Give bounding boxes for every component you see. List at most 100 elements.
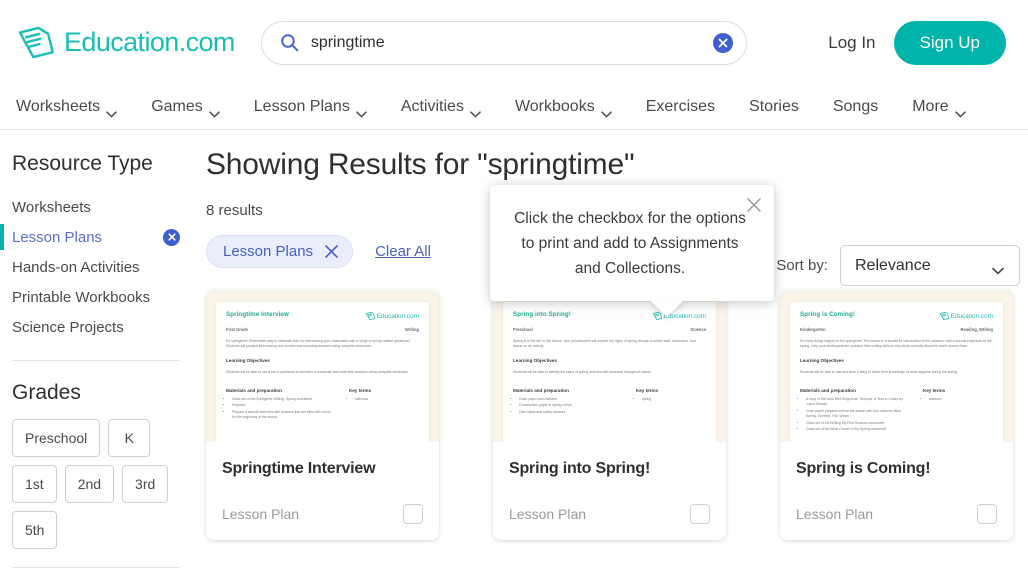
nav-item-games[interactable]: Games: [134, 98, 237, 117]
card-body: Springtime Interview Lesson Plan: [206, 442, 439, 540]
sidebar-item-label: Science Projects: [12, 318, 124, 336]
sidebar-item-hands-on-activities[interactable]: Hands-on Activities: [12, 252, 188, 282]
grade-chip-preschool[interactable]: Preschool: [12, 419, 101, 457]
nav-item-more[interactable]: More: [895, 98, 982, 117]
document-preview: Springtime Interview Education.com First…: [216, 302, 429, 442]
logo-wordmark: Education.com: [64, 27, 235, 57]
card-select-checkbox[interactable]: [977, 504, 997, 524]
doc-objectives-heading: Learning Objectives: [800, 357, 844, 363]
doc-material-item: Projector: [232, 403, 333, 408]
resource-type-list: Worksheets Lesson Plans Hands-on Activit…: [0, 192, 188, 342]
doc-keyterm-item: spring: [642, 397, 706, 402]
remove-filter-icon[interactable]: [325, 245, 338, 258]
result-card[interactable]: Spring into Spring! Education.com Presch…: [493, 290, 726, 540]
doc-materials-list: Chart paper and markersConstruction pape…: [513, 397, 620, 415]
site-header: Education.com Log In Sign Up: [0, 0, 1028, 85]
grade-chip-5th[interactable]: 5th: [12, 511, 58, 549]
doc-subject: Writing: [404, 327, 419, 332]
grade-chip-3rd[interactable]: 3rd: [122, 465, 169, 503]
doc-material-item: Class set of the What Comes in the Sprin…: [806, 427, 907, 432]
results-main: Showing Results for "springtime" 8 resul…: [204, 130, 1028, 578]
tooltip-arrow: [650, 300, 684, 318]
document-preview: Spring is Coming! Education.com Kinderga…: [790, 302, 1003, 442]
nav-item-worksheets[interactable]: Worksheets: [16, 98, 134, 117]
grade-chip-k[interactable]: K: [108, 419, 151, 457]
doc-intro: Spring is in the air! In this lesson, yo…: [513, 339, 696, 349]
doc-materials-heading: Materials and preparation: [800, 387, 856, 393]
card-type-label: Lesson Plan: [222, 506, 300, 522]
doc-title: Spring into Spring!: [513, 311, 571, 318]
doc-subject: Science: [690, 327, 706, 332]
nav-item-label: Songs: [832, 98, 879, 115]
doc-material-item: Class set of the Springtime Writing: Spr…: [232, 397, 333, 402]
sidebar-item-printable-workbooks[interactable]: Printable Workbooks: [12, 282, 188, 312]
nav-item-label: Activities: [400, 98, 464, 115]
sidebar-item-lesson-plans[interactable]: Lesson Plans: [0, 222, 188, 252]
search-clear-icon[interactable]: [712, 32, 733, 53]
nav-item-label: Worksheets: [16, 98, 101, 115]
sidebar-item-label: Lesson Plans: [12, 228, 103, 246]
nav-item-lesson-plans[interactable]: Lesson Plans: [237, 98, 384, 117]
sidebar-item-science-projects[interactable]: Science Projects: [12, 312, 188, 342]
grade-chip-2nd[interactable]: 2nd: [64, 465, 115, 503]
card-thumbnail: Spring is Coming! Education.com Kinderga…: [780, 290, 1013, 442]
nav-item-activities[interactable]: Activities: [384, 98, 498, 117]
card-title: Springtime Interview: [222, 460, 376, 477]
signup-button[interactable]: Sign Up: [893, 20, 1006, 65]
chevron-down-icon: [209, 105, 220, 117]
site-logo[interactable]: Education.com: [16, 23, 235, 63]
clear-all-link[interactable]: Clear All: [375, 243, 431, 260]
card-type-label: Lesson Plan: [796, 506, 874, 522]
remove-facet-icon[interactable]: [163, 228, 180, 246]
sort-control: Sort by: RelevancePopularityNewestTitle: [776, 245, 1020, 286]
login-link[interactable]: Log In: [828, 33, 875, 53]
results-grid: Springtime Interview Education.com First…: [204, 290, 1028, 578]
nav-item-stories[interactable]: Stories: [732, 98, 816, 116]
card-thumbnail: Springtime Interview Education.com First…: [206, 290, 439, 442]
doc-materials-heading: Materials and preparation: [226, 387, 282, 393]
chevron-down-icon: [106, 105, 117, 117]
pencil-paper-icon: [16, 23, 60, 63]
sort-label: Sort by:: [776, 257, 828, 274]
doc-grade: First Grade: [226, 327, 248, 332]
search-input[interactable]: [310, 21, 702, 64]
resource-type-heading: Resource Type: [12, 152, 153, 175]
card-select-checkbox[interactable]: [690, 504, 710, 524]
doc-materials-list: A copy of the book Red Sings from Treeto…: [800, 397, 907, 433]
header-actions: Log In Sign Up: [828, 20, 1012, 65]
grade-chip-1st[interactable]: 1st: [12, 465, 57, 503]
doc-objectives: Students will be able to use a set of qu…: [226, 369, 409, 374]
filter-sidebar: Resource Type Worksheets Lesson Plans Ha…: [0, 130, 204, 578]
chevron-down-icon: [600, 105, 612, 117]
tooltip-text: Click the checkbox for the options to pr…: [514, 210, 746, 277]
chevron-down-icon: [470, 105, 481, 117]
doc-keyterms-list: spring: [636, 397, 706, 402]
page-body: Resource Type Worksheets Lesson Plans Ha…: [0, 130, 1028, 578]
nav-item-songs[interactable]: Songs: [816, 98, 895, 116]
doc-brand-logo: Education.com: [939, 311, 993, 321]
doc-keyterms-list: interview: [349, 397, 419, 402]
document-preview: Spring into Spring! Education.com Presch…: [503, 302, 716, 442]
doc-grade: Preschool: [513, 327, 533, 332]
nav-item-exercises[interactable]: Exercises: [629, 98, 732, 116]
nav-item-label: Workbooks: [514, 98, 595, 115]
doc-materials-list: Class set of the Springtime Writing: Spr…: [226, 397, 333, 421]
card-select-checkbox[interactable]: [403, 504, 423, 524]
doc-material-item: Glue sticks and safety scissors: [519, 410, 620, 415]
search-box[interactable]: [260, 20, 747, 65]
close-icon[interactable]: [746, 197, 762, 213]
doc-brand-logo: Education.com: [365, 311, 419, 321]
sidebar-item-worksheets[interactable]: Worksheets: [12, 192, 188, 222]
sort-select[interactable]: RelevancePopularityNewestTitle: [840, 245, 1020, 286]
active-filter-chip[interactable]: Lesson Plans: [206, 235, 354, 268]
nav-item-workbooks[interactable]: Workbooks: [498, 98, 629, 117]
grade-filter-list: Preschool K 1st 2nd 3rd 5th: [12, 419, 202, 549]
doc-grade: Kindergarten: [800, 327, 826, 332]
doc-intro: So many things happen in the springtime!…: [800, 339, 992, 349]
result-card[interactable]: Spring is Coming! Education.com Kinderga…: [780, 290, 1013, 540]
page-title: Showing Results for "springtime": [206, 148, 635, 181]
nav-item-label: Games: [151, 98, 203, 115]
card-title: Spring into Spring!: [509, 460, 651, 477]
doc-keyterms-heading: Key terms: [635, 387, 659, 393]
result-card[interactable]: Springtime Interview Education.com First…: [206, 290, 439, 540]
